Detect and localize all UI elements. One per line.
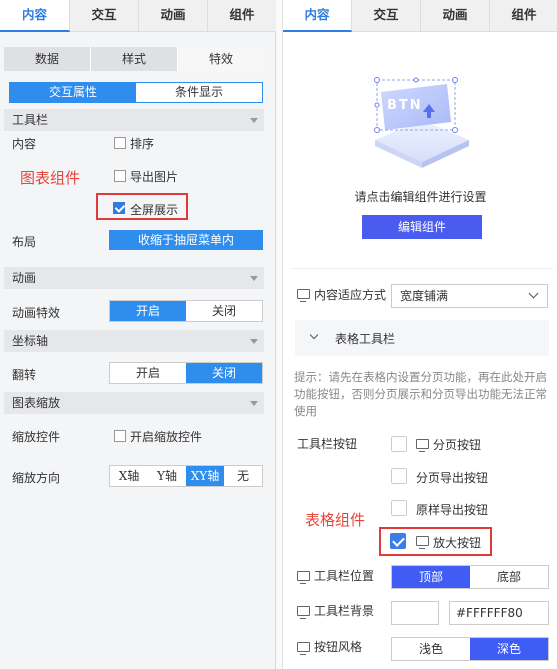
zoom-x-option[interactable]: X轴 — [110, 466, 148, 486]
subtab-data[interactable]: 数据 — [4, 47, 91, 71]
fullscreen-label: 全屏展示 — [130, 203, 179, 217]
original-export-checkbox[interactable] — [391, 500, 407, 516]
layout-select[interactable]: 收缩于抽屉菜单内 — [109, 230, 263, 250]
table-toolbar-label: 表格工具栏 — [335, 332, 396, 346]
section-toolbar-label: 工具栏 — [12, 113, 49, 127]
bg-color-input[interactable]: #FFFFFF80 — [449, 601, 549, 625]
toolbar-position-toggle: 顶部 底部 — [391, 565, 549, 589]
sort-checkbox[interactable] — [114, 137, 126, 149]
monitor-icon — [297, 642, 310, 655]
flip-label: 翻转 — [12, 368, 37, 382]
bg-color-swatch[interactable] — [391, 601, 439, 625]
tab-content[interactable]: 内容 — [0, 0, 70, 32]
caret-down-icon — [250, 118, 258, 123]
zoom-none-option[interactable]: 无 — [224, 466, 262, 486]
tab-component[interactable]: 组件 — [490, 0, 557, 32]
zoom-y-option[interactable]: Y轴 — [148, 466, 186, 486]
illustration-btn-text: BTN — [387, 98, 423, 113]
animation-on-option[interactable]: 开启 — [110, 301, 186, 321]
animation-effect-label: 动画特效 — [12, 306, 61, 320]
zoom-control-label: 缩放控件 — [12, 430, 61, 444]
position-bottom-option[interactable]: 底部 — [470, 566, 548, 588]
sort-label: 排序 — [130, 137, 155, 151]
edit-component-button[interactable]: 编辑组件 — [362, 215, 482, 239]
subsubtab-conditional-display[interactable]: 条件显示 — [136, 83, 262, 102]
fit-mode-select[interactable]: 宽度铺满 — [391, 284, 548, 308]
button-style-label: 按钮风格 — [314, 640, 363, 654]
subtab-effect[interactable]: 特效 — [178, 47, 264, 71]
export-image-label: 导出图片 — [130, 170, 179, 184]
paging-button-checkbox[interactable] — [391, 436, 407, 452]
paging-export-checkbox[interactable] — [391, 468, 407, 484]
edit-hint: 请点击编辑组件进行设置 — [354, 190, 487, 204]
toolbar-bg-label: 工具栏背景 — [314, 604, 375, 618]
tab-animation[interactable]: 动画 — [139, 0, 208, 32]
button-style-toggle: 浅色 深色 — [391, 637, 549, 661]
left-tabs: 内容 交互 动画 组件 — [0, 0, 276, 32]
monitor-icon — [416, 439, 429, 452]
annotation-chart-component: 图表组件 — [20, 169, 81, 187]
zoom-direction-toggle: X轴 Y轴 XY轴 无 — [109, 465, 263, 487]
monitor-icon — [297, 606, 310, 619]
right-tabs: 内容 交互 动画 组件 — [283, 0, 557, 32]
animation-off-option[interactable]: 关闭 — [186, 301, 262, 321]
animation-effect-toggle: 开启 关闭 — [109, 300, 263, 322]
toolbar-buttons-label: 工具栏按钮 — [297, 437, 358, 451]
tab-component[interactable]: 组件 — [208, 0, 276, 32]
subsubtabs: 交互属性 条件显示 — [9, 82, 263, 103]
style-light-option[interactable]: 浅色 — [392, 638, 470, 660]
fit-mode-value: 宽度铺满 — [400, 289, 449, 303]
divider — [291, 268, 553, 269]
caret-down-icon — [250, 339, 258, 344]
paging-tip: 提示：请先在表格内设置分页功能，再在此处开启功能按钮，否则分页展示和分页导出功能… — [294, 370, 547, 418]
monitor-icon — [416, 536, 429, 549]
tab-content[interactable]: 内容 — [283, 0, 352, 32]
position-top-option[interactable]: 顶部 — [392, 566, 470, 588]
annotation-table-component: 表格组件 — [305, 511, 366, 529]
paging-button-label: 分页按钮 — [433, 438, 482, 452]
section-zoom[interactable]: 图表缩放 — [4, 392, 264, 414]
flip-off-option[interactable]: 关闭 — [186, 363, 262, 383]
zoom-button-checkbox[interactable] — [390, 533, 406, 549]
zoom-xy-option[interactable]: XY轴 — [186, 466, 224, 486]
section-axis-label: 坐标轴 — [12, 334, 49, 348]
paging-export-label: 分页导出按钮 — [416, 471, 489, 485]
button-illustration-icon — [374, 77, 469, 168]
fit-mode-label: 内容适应方式 — [314, 288, 387, 302]
style-dark-option[interactable]: 深色 — [470, 638, 548, 660]
monitor-icon — [297, 571, 310, 584]
export-image-checkbox[interactable] — [114, 170, 126, 182]
toolbar-position-label: 工具栏位置 — [314, 569, 375, 583]
zoom-control-checkbox-label: 开启缩放控件 — [130, 430, 203, 444]
section-zoom-label: 图表缩放 — [12, 396, 61, 410]
chevron-down-icon — [309, 330, 319, 340]
tab-animation[interactable]: 动画 — [421, 0, 490, 32]
flip-on-option[interactable]: 开启 — [110, 363, 186, 383]
zoom-control-checkbox[interactable] — [114, 430, 126, 442]
caret-down-icon — [250, 276, 258, 281]
layout-label: 布局 — [12, 235, 37, 249]
section-animation[interactable]: 动画 — [4, 267, 264, 289]
subtab-style[interactable]: 样式 — [91, 47, 178, 71]
caret-down-icon — [250, 401, 258, 406]
content-label: 内容 — [12, 137, 37, 151]
section-animation-label: 动画 — [12, 271, 37, 285]
left-panel: 内容 交互 动画 组件 数据 样式 特效 交互属性 条件显示 工具栏 内容 排序… — [0, 0, 276, 669]
section-toolbar[interactable]: 工具栏 — [4, 109, 264, 131]
monitor-icon — [297, 289, 310, 302]
zoom-direction-label: 缩放方向 — [12, 471, 61, 485]
original-export-label: 原样导出按钮 — [416, 503, 489, 517]
zoom-button-label: 放大按钮 — [433, 536, 482, 550]
right-panel: 内容 交互 动画 组件 BTN 请点击编辑组件进行设置 编辑组件 内容适应方式 … — [282, 0, 557, 669]
section-axis[interactable]: 坐标轴 — [4, 330, 264, 352]
table-toolbar-section[interactable]: 表格工具栏 — [295, 320, 549, 356]
fullscreen-checkbox[interactable] — [113, 202, 125, 214]
subsubtab-interaction-props[interactable]: 交互属性 — [10, 83, 136, 102]
chevron-down-icon — [528, 288, 539, 299]
subtabs: 数据 样式 特效 — [4, 47, 264, 71]
flip-toggle: 开启 关闭 — [109, 362, 263, 384]
tab-interaction[interactable]: 交互 — [352, 0, 421, 32]
tab-interaction[interactable]: 交互 — [70, 0, 139, 32]
